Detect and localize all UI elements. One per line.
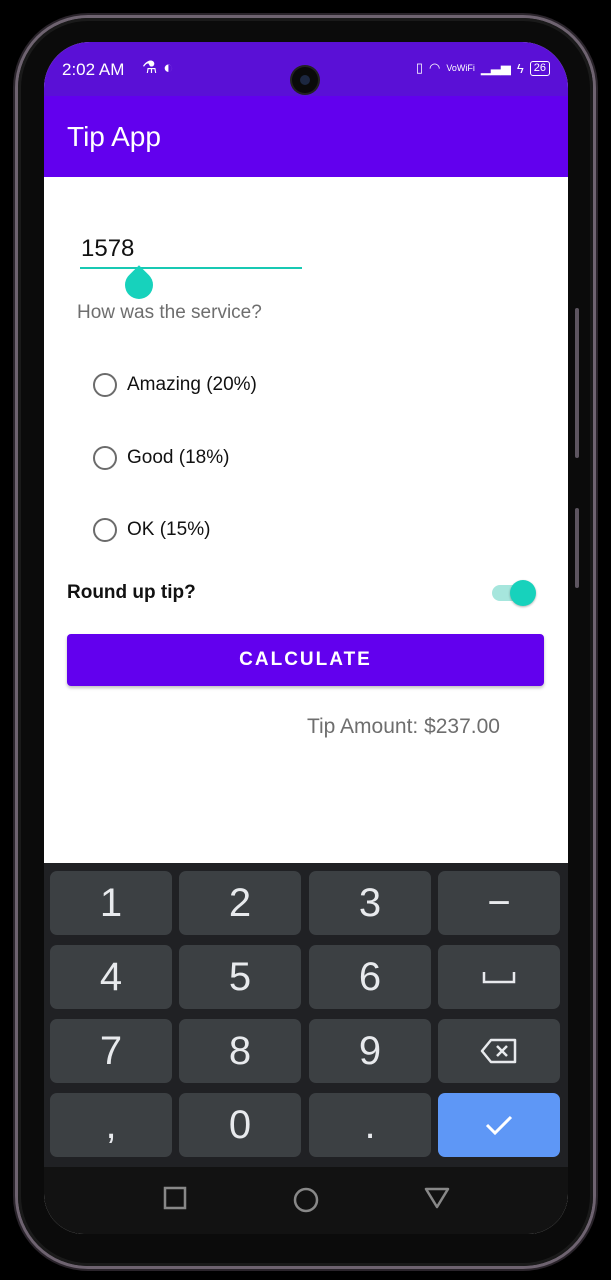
key-done[interactable]	[438, 1093, 560, 1157]
key-9[interactable]: 9	[309, 1019, 431, 1083]
key-6[interactable]: 6	[309, 945, 431, 1009]
radio-option-ok[interactable]: OK (15%)	[93, 518, 210, 542]
key-period[interactable]: .	[309, 1093, 431, 1157]
key-comma[interactable]: ,	[50, 1093, 172, 1157]
power-button	[575, 508, 579, 588]
key-minus[interactable]: −	[438, 871, 560, 935]
numeric-keyboard: 1 2 3 − 4 5 6 7 8 9 , 0 .	[44, 863, 568, 1167]
input-underline	[80, 267, 302, 269]
flask-icon: ⚗	[142, 58, 164, 77]
check-icon	[485, 1115, 513, 1136]
key-4[interactable]: 4	[50, 945, 172, 1009]
switch-thumb	[510, 580, 536, 606]
status-bar: 2:02 AM ⚗◐ ▯ ◠ VoWiFi ▁▃▅ ϟ 26	[44, 42, 568, 96]
recents-icon[interactable]	[163, 1186, 187, 1210]
navigation-bar	[44, 1167, 568, 1234]
app-title: Tip App	[67, 121, 161, 152]
key-0[interactable]: 0	[179, 1093, 301, 1157]
calculate-button[interactable]: CALCULATE	[67, 634, 544, 686]
radio-label: OK (15%)	[127, 519, 211, 540]
key-3[interactable]: 3	[309, 871, 431, 935]
vibrate-icon: ▯	[415, 60, 423, 75]
status-time: 2:02 AM	[62, 60, 125, 79]
key-5[interactable]: 5	[179, 945, 301, 1009]
tip-form: 1578 How was the service? Amazing (20%) …	[44, 177, 568, 863]
key-7[interactable]: 7	[50, 1019, 172, 1083]
space-icon	[482, 972, 516, 984]
radio-label: Amazing (20%)	[127, 374, 257, 395]
round-up-label: Round up tip?	[67, 582, 196, 603]
text-cursor-handle[interactable]	[119, 265, 159, 305]
radio-label: Good (18%)	[127, 447, 230, 468]
volume-button	[575, 308, 579, 458]
radio-option-amazing[interactable]: Amazing (20%)	[93, 373, 257, 397]
radio-button[interactable]	[93, 446, 117, 470]
radio-option-good[interactable]: Good (18%)	[93, 446, 229, 470]
cost-value: 1578	[81, 235, 135, 262]
charging-icon: ϟ	[516, 60, 524, 76]
screen: 2:02 AM ⚗◐ ▯ ◠ VoWiFi ▁▃▅ ϟ 26 Tip App 1…	[44, 42, 568, 1234]
key-1[interactable]: 1	[50, 871, 172, 935]
key-backspace[interactable]	[438, 1019, 560, 1083]
signal-icon: ▁▃▅	[480, 60, 511, 75]
home-icon[interactable]	[292, 1186, 320, 1214]
front-camera	[292, 67, 318, 93]
key-8[interactable]: 8	[179, 1019, 301, 1083]
tracking-icon: ◐	[163, 58, 180, 77]
tip-result: Tip Amount: $237.00	[306, 715, 500, 738]
radio-button[interactable]	[93, 373, 117, 397]
vowifi-label: VoWiFi	[446, 63, 475, 73]
key-2[interactable]: 2	[179, 871, 301, 935]
service-question: How was the service?	[77, 302, 262, 323]
radio-button[interactable]	[93, 518, 117, 542]
battery-icon: 26	[529, 60, 550, 76]
round-up-switch[interactable]	[492, 578, 540, 608]
backspace-icon	[480, 1038, 517, 1064]
app-bar: Tip App	[44, 96, 568, 177]
wifi-icon: ◠	[429, 60, 441, 75]
back-icon[interactable]	[424, 1186, 450, 1210]
key-space[interactable]	[438, 945, 560, 1009]
cost-of-service-input[interactable]: 1578	[80, 233, 302, 305]
